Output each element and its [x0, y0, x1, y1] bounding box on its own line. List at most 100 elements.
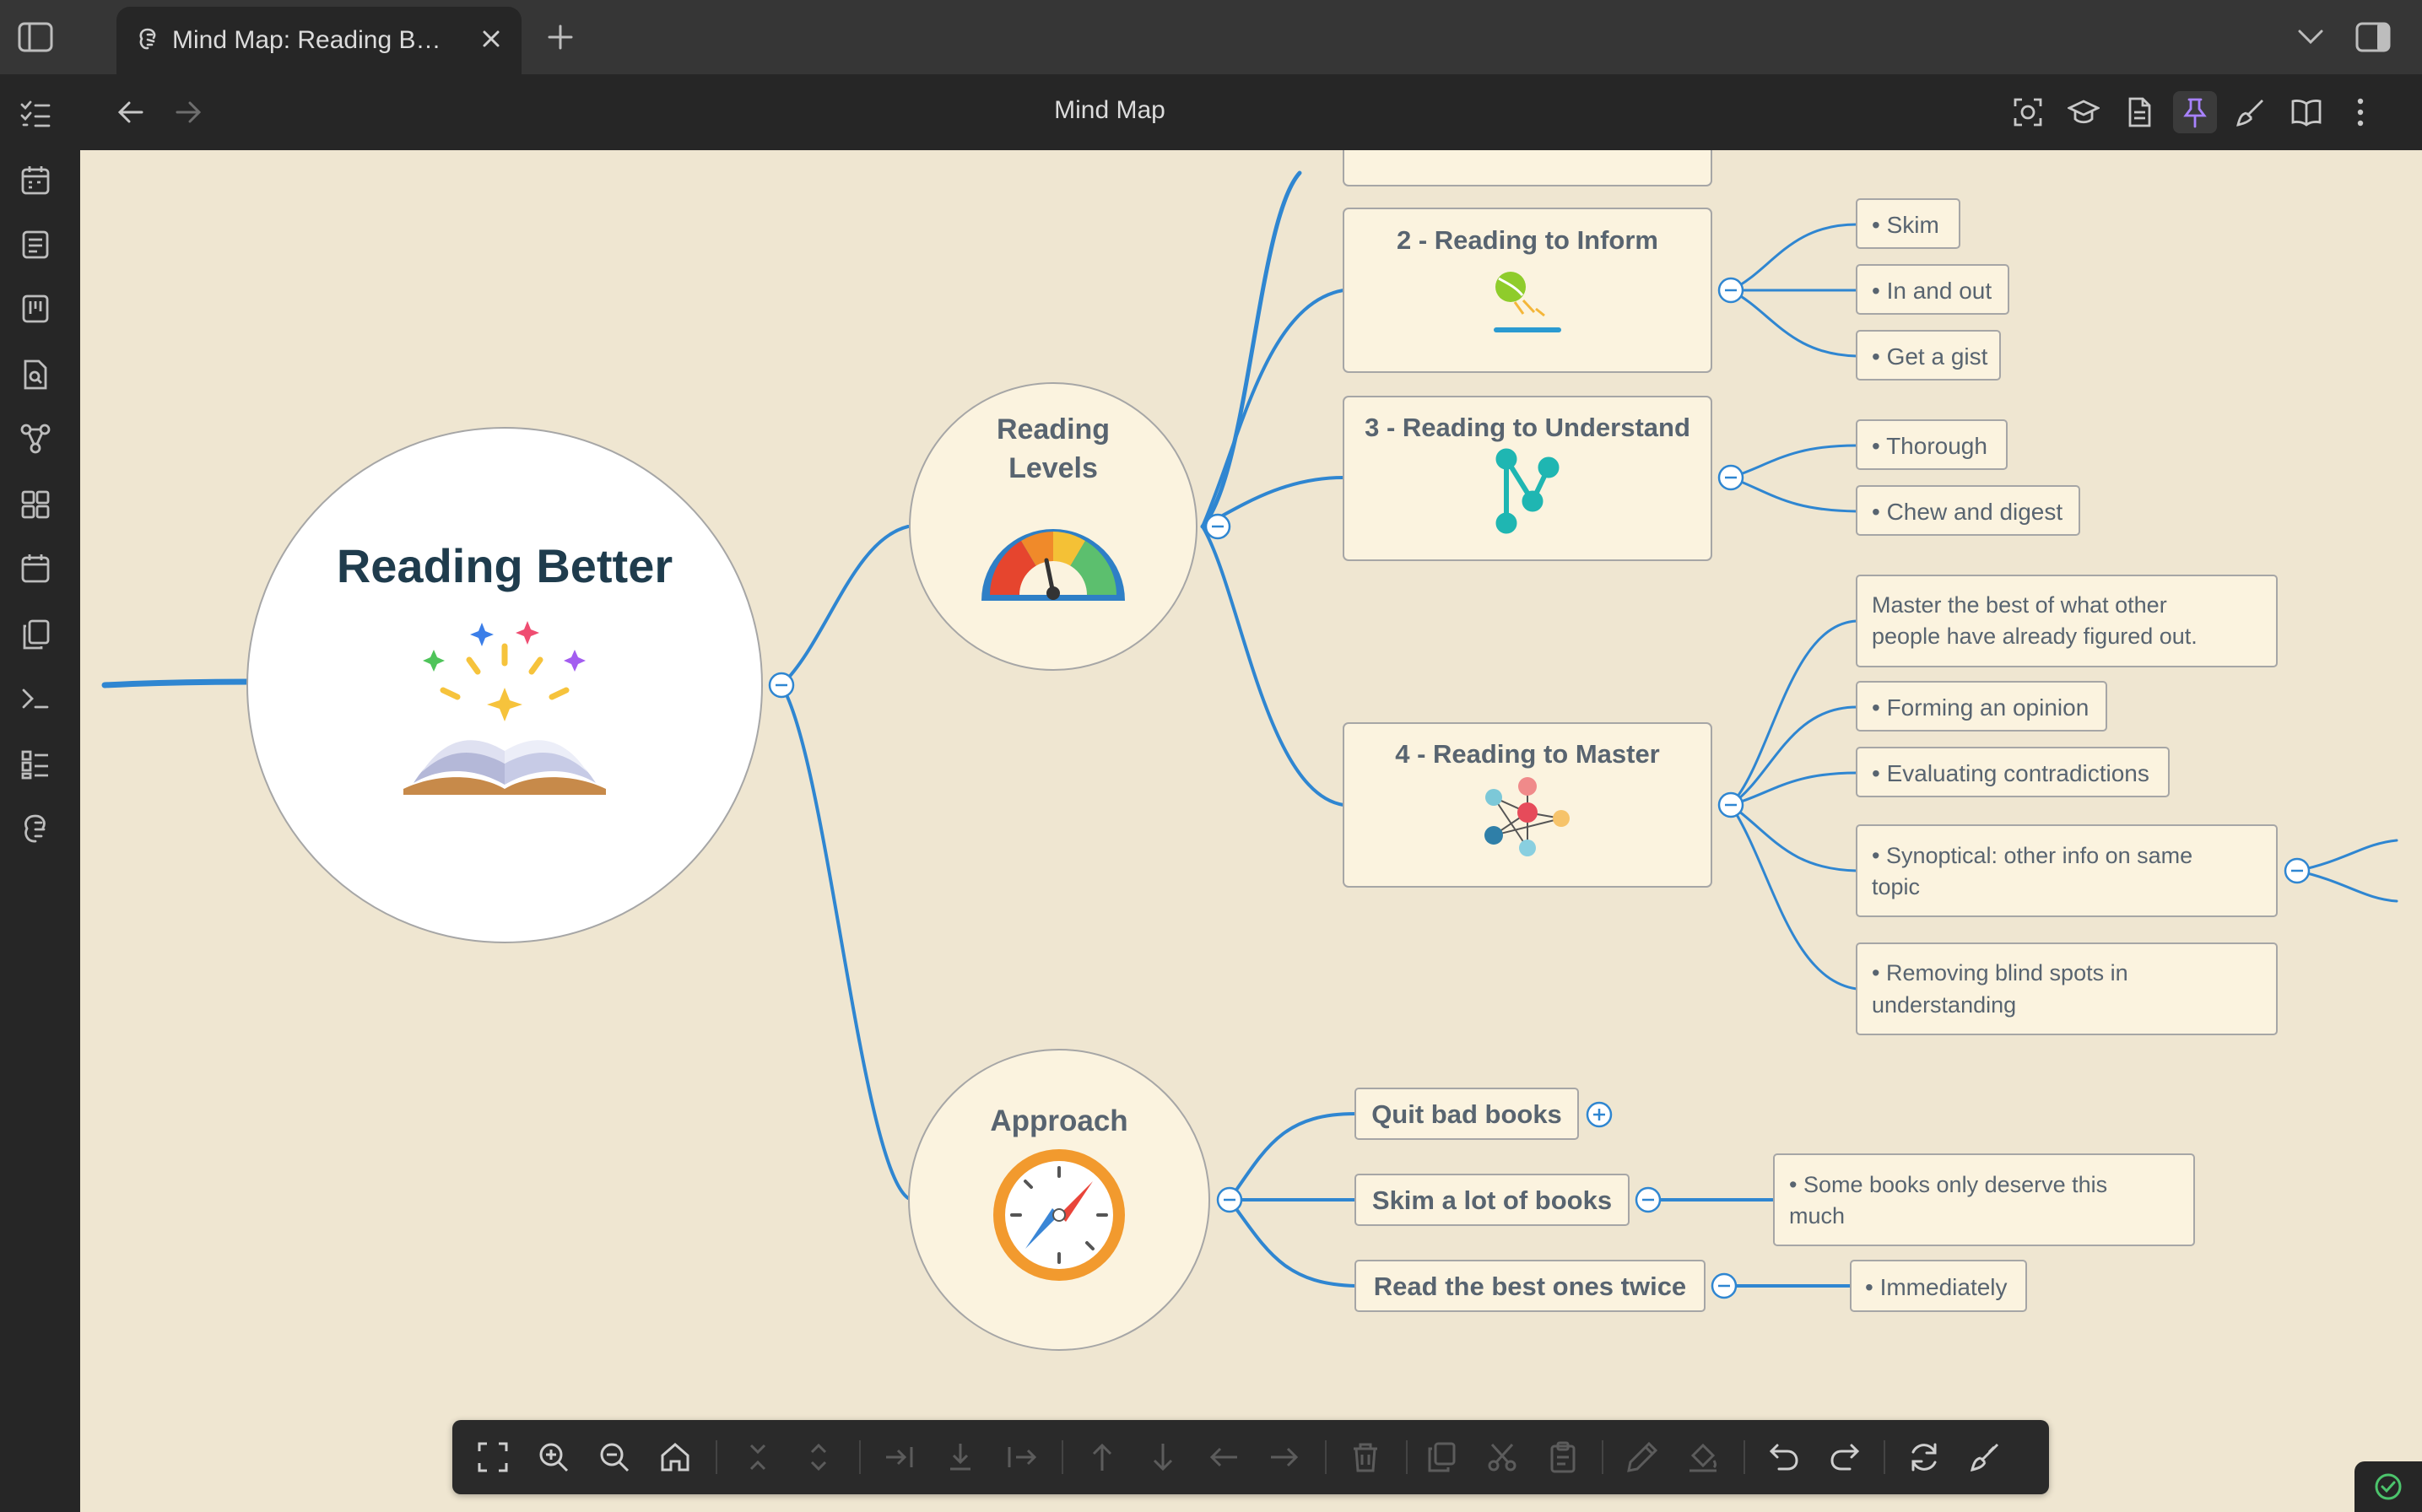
dashboard-icon[interactable] [17, 486, 54, 523]
approach-node[interactable]: Approach [908, 1049, 1210, 1351]
kanban-icon[interactable] [17, 290, 54, 327]
tasks-icon[interactable] [17, 96, 54, 133]
home-icon[interactable] [657, 1439, 694, 1476]
read-best-node[interactable]: Read the best ones twice [1354, 1260, 1706, 1312]
close-tab-icon[interactable] [479, 27, 503, 55]
leaf-skim-text: • Skim [1872, 212, 1939, 238]
level2-node[interactable]: 2 - Reading to Inform [1343, 208, 1712, 373]
collapse-synoptical-toggle[interactable] [2284, 857, 2311, 884]
terminal-icon[interactable] [17, 680, 54, 717]
partial-level1-node[interactable] [1343, 150, 1712, 186]
skim-lot-node[interactable]: Skim a lot of books [1354, 1174, 1630, 1226]
skim-lot-text: Skim a lot of books [1372, 1185, 1612, 1215]
redo-icon[interactable] [1826, 1439, 1863, 1476]
leaf-immediately[interactable]: • Immediately [1850, 1260, 2027, 1312]
expand-icon[interactable] [800, 1439, 837, 1476]
collapse-level2-toggle[interactable] [1717, 277, 1744, 304]
delete-icon[interactable] [1347, 1439, 1384, 1476]
collapse-level3-toggle[interactable] [1717, 464, 1744, 491]
fill-icon[interactable] [1684, 1439, 1722, 1476]
paste-icon[interactable] [1544, 1439, 1581, 1476]
leaf-blind-spots[interactable]: • Removing blind spots in understanding [1856, 942, 2278, 1035]
leaf-master[interactable]: Master the best of what other people hav… [1856, 575, 2278, 667]
compass-icon [993, 1149, 1125, 1281]
leaf-evaluating[interactable]: • Evaluating contradictions [1856, 747, 2170, 797]
reading-view-icon[interactable] [2284, 91, 2328, 133]
move-left-icon[interactable] [1205, 1439, 1242, 1476]
move-right-icon[interactable] [1266, 1439, 1303, 1476]
view-header: Mind Map [80, 74, 2422, 150]
cut-icon[interactable] [1484, 1439, 1521, 1476]
more-options-icon[interactable] [2338, 91, 2382, 133]
move-up-icon[interactable] [1084, 1439, 1121, 1476]
fit-screen-icon[interactable] [474, 1439, 511, 1476]
tab-bar: Mind Map: Reading B… [0, 0, 2422, 74]
refresh-icon[interactable] [1906, 1439, 1943, 1476]
leaf-get-a-gist[interactable]: • Get a gist [1856, 330, 2001, 381]
collapse-icon[interactable] [739, 1439, 776, 1476]
leaf-synoptical-line2: topic [1872, 874, 1920, 899]
leaf-evaluating-text: • Evaluating contradictions [1872, 760, 2149, 786]
leaf-forming-opinion-text: • Forming an opinion [1872, 694, 2089, 721]
add-sibling-icon[interactable] [942, 1439, 979, 1476]
undo-icon[interactable] [1765, 1439, 1803, 1476]
leaf-in-and-out[interactable]: • In and out [1856, 264, 2009, 315]
leaf-skim[interactable]: • Skim [1856, 198, 1960, 249]
graph-icon[interactable] [17, 420, 54, 457]
leaf-in-and-out-text: • In and out [1872, 278, 1992, 304]
daily-note-icon[interactable] [17, 550, 54, 587]
leaf-master-line1: Master the best of what other [1872, 592, 2167, 618]
right-sidebar-toggle-icon[interactable] [2351, 15, 2395, 59]
leaf-get-a-gist-text: • Get a gist [1872, 343, 1988, 370]
style-brush-icon[interactable] [1966, 1439, 2003, 1476]
leaf-thorough[interactable]: • Thorough [1856, 419, 2008, 470]
quit-bad-books-text: Quit bad books [1371, 1099, 1562, 1129]
graduation-cap-icon[interactable] [2062, 91, 2106, 133]
reading-levels-node[interactable]: Reading Levels [909, 382, 1197, 671]
zoom-in-icon[interactable] [535, 1439, 572, 1476]
sync-status-icon[interactable] [2354, 1461, 2422, 1512]
copy-node-icon[interactable] [1423, 1439, 1460, 1476]
list-icon[interactable] [17, 746, 54, 783]
brush-icon[interactable] [2229, 91, 2273, 133]
focus-icon[interactable] [2006, 91, 2050, 133]
expand-quit-toggle[interactable] [1586, 1101, 1613, 1128]
sidebar-toggle-icon[interactable] [14, 15, 57, 59]
note-icon[interactable] [17, 226, 54, 263]
leaf-synoptical[interactable]: • Synoptical: other info on same topic [1856, 824, 2278, 917]
leaf-chew-and-digest[interactable]: • Chew and digest [1856, 485, 2080, 536]
level3-node[interactable]: 3 - Reading to Understand [1343, 396, 1712, 561]
root-node[interactable]: Reading Better [246, 427, 763, 943]
mindmap-icon[interactable] [17, 810, 54, 847]
reading-levels-line1: Reading [997, 413, 1110, 446]
leaf-some-books[interactable]: • Some books only deserve this much [1773, 1153, 2195, 1246]
pencil-icon[interactable] [1624, 1439, 1661, 1476]
move-down-icon[interactable] [1144, 1439, 1181, 1476]
tab-list-chevron-icon[interactable] [2289, 15, 2333, 59]
mind-map-canvas[interactable]: Reading Better Reading Levels 2 - Readin… [80, 150, 2422, 1512]
add-child-icon[interactable] [881, 1439, 918, 1476]
collapse-level4-toggle[interactable] [1717, 791, 1744, 818]
pin-icon[interactable] [2173, 91, 2217, 133]
new-tab-button[interactable] [538, 15, 582, 59]
document-icon[interactable] [2117, 91, 2161, 133]
collapse-read-best-toggle[interactable] [1711, 1272, 1738, 1299]
left-ribbon [0, 74, 80, 1512]
copy-icon[interactable] [17, 616, 54, 653]
search-file-icon[interactable] [17, 356, 54, 393]
collapse-skim-lot-toggle[interactable] [1635, 1186, 1662, 1213]
collapse-root-toggle[interactable] [768, 672, 795, 699]
mindmap-tab-icon [135, 26, 160, 56]
zoom-out-icon[interactable] [596, 1439, 633, 1476]
calendar-icon[interactable] [17, 162, 54, 199]
mind-map-toolbar [452, 1420, 2049, 1494]
collapse-approach-toggle[interactable] [1216, 1186, 1243, 1213]
level4-node[interactable]: 4 - Reading to Master [1343, 722, 1712, 888]
level4-title: 4 - Reading to Master [1395, 739, 1660, 769]
add-parent-icon[interactable] [1003, 1439, 1040, 1476]
leaf-some-books-line2: much [1789, 1203, 1845, 1228]
quit-bad-books-node[interactable]: Quit bad books [1354, 1088, 1579, 1140]
leaf-forming-opinion[interactable]: • Forming an opinion [1856, 681, 2107, 732]
tab-mind-map[interactable]: Mind Map: Reading B… [116, 7, 522, 74]
collapse-levels-toggle[interactable] [1204, 513, 1231, 540]
